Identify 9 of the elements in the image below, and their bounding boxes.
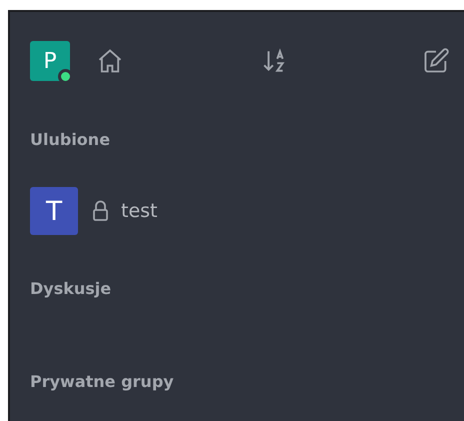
group-name[interactable]: test: [121, 200, 158, 222]
group-avatar[interactable]: T: [30, 187, 78, 235]
edit-icon[interactable]: [422, 47, 450, 75]
section-heading: Prywatne grupy: [30, 372, 175, 391]
section-heading: Dyskusje: [30, 279, 112, 298]
home-icon[interactable]: [96, 47, 124, 75]
sort-icon[interactable]: [261, 48, 287, 74]
user-avatar[interactable]: P: [30, 41, 70, 81]
section-heading: Ulubione: [30, 130, 112, 149]
